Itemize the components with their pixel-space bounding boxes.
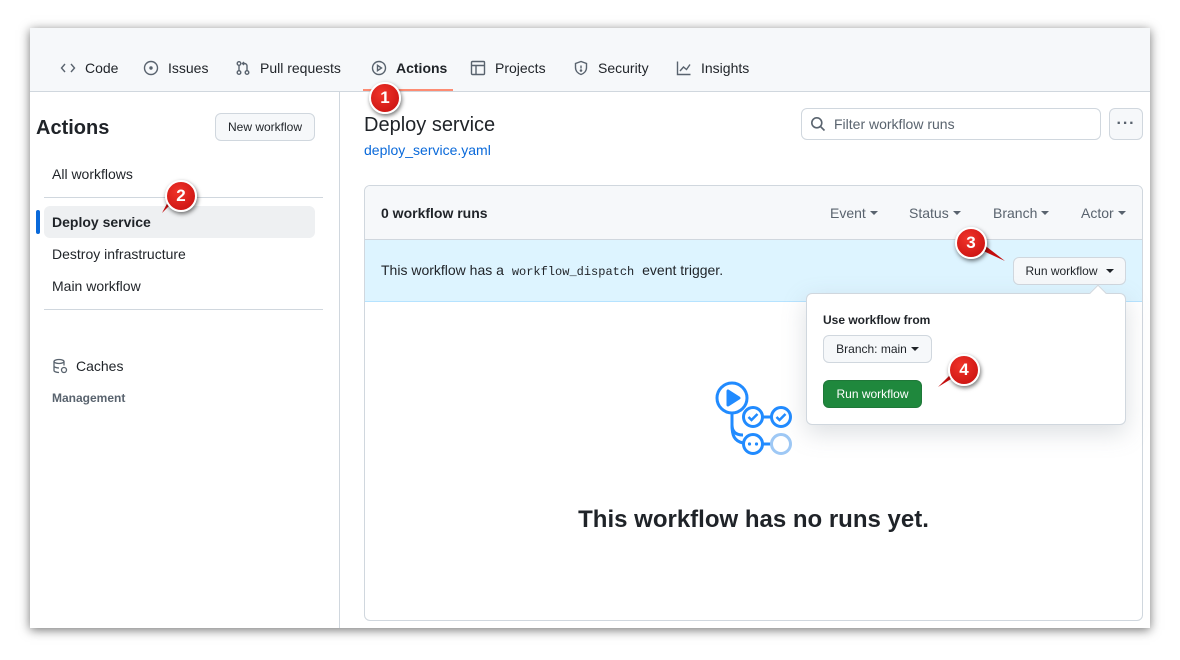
tab-insights[interactable]: Insights: [676, 58, 749, 78]
tab-issues[interactable]: Issues: [143, 58, 208, 78]
caret-down-icon: [869, 211, 878, 215]
tab-security-label: Security: [598, 60, 649, 76]
callout-number: 2: [165, 180, 197, 212]
new-workflow-button[interactable]: New workflow: [215, 113, 315, 141]
tab-actions[interactable]: Actions: [371, 58, 447, 78]
issue-icon: [143, 60, 159, 76]
runs-count: 0 workflow runs: [381, 205, 488, 221]
dispatch-prefix: This workflow has a: [381, 262, 504, 278]
dispatch-suffix: event trigger.: [642, 262, 724, 278]
actor-filter-dropdown[interactable]: Actor: [1081, 205, 1126, 221]
branch-select-label: Branch: main: [836, 342, 907, 356]
empty-state-title: This workflow has no runs yet.: [578, 506, 929, 533]
callout-2: 2: [162, 180, 197, 213]
graph-icon: [676, 61, 691, 76]
tab-actions-label: Actions: [396, 60, 448, 76]
sidebar-item-destroy-infrastructure[interactable]: Destroy infrastructure: [52, 246, 186, 262]
caret-down-icon: [952, 211, 961, 215]
code-icon: [60, 63, 76, 73]
callout-number: 4: [948, 354, 980, 386]
dispatch-code: workflow_dispatch: [511, 265, 635, 279]
caret-down-icon: [910, 347, 919, 351]
event-filter-label: Event: [830, 205, 866, 221]
run-workflow-dropdown-button[interactable]: Run workflow: [1013, 257, 1126, 285]
caret-down-icon: [1105, 269, 1114, 273]
caret-down-icon: [1041, 211, 1050, 215]
event-filter-dropdown[interactable]: Event: [830, 205, 878, 221]
status-filter-label: Status: [909, 205, 949, 221]
workflow-empty-icon: [715, 381, 792, 455]
use-workflow-from-label: Use workflow from: [823, 313, 931, 327]
status-filter-dropdown[interactable]: Status: [909, 205, 961, 221]
caches-label: Caches: [76, 358, 124, 374]
callout-3: 3: [955, 227, 1005, 261]
runs-header: 0 workflow runs Event Status Branch Acto…: [365, 186, 1142, 240]
tab-pull-requests-label: Pull requests: [260, 60, 341, 76]
sidebar-divider: [44, 309, 323, 310]
sidebar-item-all-workflows[interactable]: All workflows: [52, 166, 133, 182]
filter-runs-input[interactable]: [834, 116, 1094, 132]
callout-4: 4: [938, 354, 980, 387]
dispatch-message: This workflow has a workflow_dispatch ev…: [381, 262, 723, 279]
callout-number: 1: [369, 82, 401, 114]
selected-item-indicator: [36, 210, 40, 234]
branch-select-button[interactable]: Branch: main: [823, 335, 932, 363]
branch-filter-label: Branch: [993, 205, 1038, 221]
repo-nav: Code Issues Pull requests Actions Projec…: [30, 28, 1150, 92]
run-workflow-label: Run workflow: [1025, 264, 1098, 278]
shield-icon: [574, 60, 588, 76]
tab-pull-requests[interactable]: Pull requests: [235, 58, 341, 78]
actor-filter-label: Actor: [1081, 205, 1114, 221]
search-icon: [811, 117, 826, 132]
tab-projects-label: Projects: [495, 60, 546, 76]
tab-issues-label: Issues: [168, 60, 209, 76]
play-icon: [371, 60, 387, 76]
workflow-file-link[interactable]: deploy_service.yaml: [364, 142, 491, 158]
branch-filter-dropdown[interactable]: Branch: [993, 205, 1050, 221]
sidebar-item-main-workflow[interactable]: Main workflow: [52, 278, 141, 294]
more-options-button[interactable]: ···: [1109, 108, 1143, 140]
browser-frame: Code Issues Pull requests Actions Projec…: [30, 28, 1150, 628]
management-heading: Management: [52, 391, 126, 405]
sidebar-item-caches[interactable]: Caches: [52, 358, 123, 374]
sidebar-item-deploy-service[interactable]: Deploy service: [52, 214, 151, 230]
workflow-title: Deploy service: [364, 114, 496, 136]
caret-down-icon: [1117, 211, 1126, 215]
tab-projects[interactable]: Projects: [470, 58, 546, 78]
database-icon: [53, 358, 68, 374]
filter-runs-field[interactable]: [801, 108, 1101, 140]
table-icon: [470, 60, 486, 76]
tab-security[interactable]: Security: [573, 58, 649, 78]
callout-number: 3: [955, 227, 987, 259]
actions-sidebar: Actions New workflow All workflows Deplo…: [30, 92, 340, 628]
tab-code-label: Code: [85, 60, 119, 76]
pull-request-icon: [236, 61, 250, 75]
tab-code[interactable]: Code: [60, 58, 118, 78]
sidebar-title: Actions: [36, 117, 110, 139]
tab-insights-label: Insights: [701, 60, 750, 76]
run-workflow-button[interactable]: Run workflow: [823, 380, 922, 408]
callout-1: 1: [369, 82, 401, 114]
